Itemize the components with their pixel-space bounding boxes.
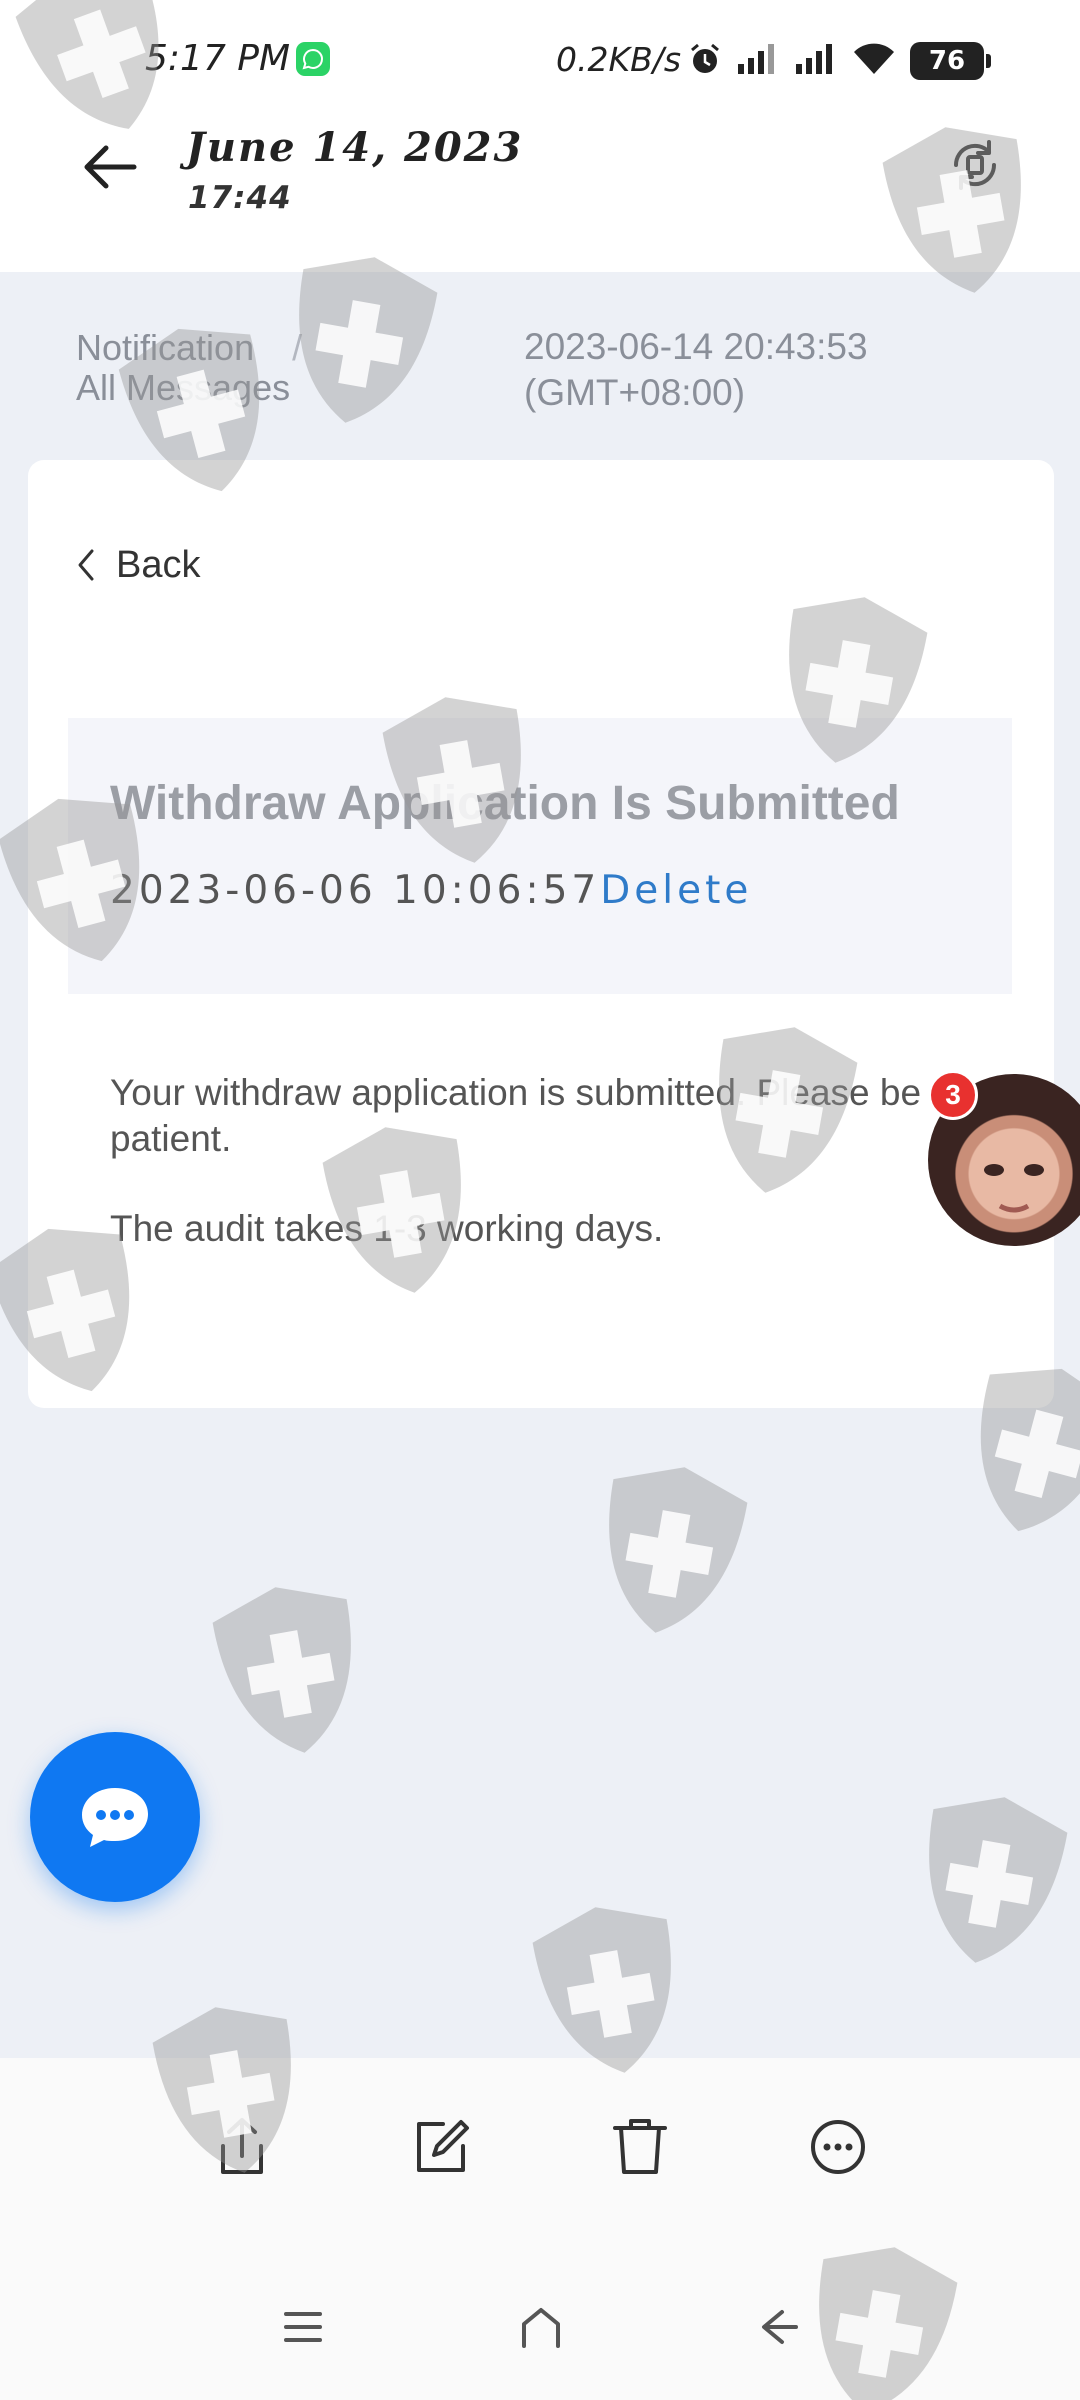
header-time: 17:44	[188, 180, 292, 216]
timestamp-datetime: 2023-06-14 20:43:53	[524, 326, 868, 367]
message-header: Withdraw Application Is Submitted 2023-0…	[68, 718, 1012, 994]
bottom-toolbar	[0, 2058, 1080, 2238]
wifi-icon	[852, 42, 896, 81]
breadcrumb-page: All Messages	[76, 367, 291, 408]
message-meta: 2023-06-06 10:06:57Delete	[110, 868, 752, 913]
network-speed: 0.2KB/s	[556, 40, 682, 79]
app-bar: June 14, 2023 17:44	[0, 110, 1080, 270]
delete-link[interactable]: Delete	[600, 868, 752, 913]
message-title: Withdraw Application Is Submitted	[110, 777, 900, 830]
signal-icon	[736, 42, 780, 81]
header-date: June 14, 2023	[186, 124, 524, 171]
breadcrumb-separator: /	[292, 327, 303, 368]
timestamp-timezone: (GMT+08:00)	[524, 372, 746, 413]
chat-icon	[82, 1788, 148, 1847]
system-nav-bar	[0, 2238, 1080, 2400]
battery-indicator: 76	[910, 42, 991, 80]
chevron-left-icon	[78, 549, 94, 581]
delete-icon[interactable]	[607, 2114, 673, 2180]
breadcrumb: Notification / All Messages	[76, 328, 302, 408]
notification-badge: 3	[928, 1070, 978, 1120]
status-time: 5:17 PM	[145, 38, 291, 79]
message-body: Your withdraw application is submitted. …	[110, 1070, 950, 1252]
back-icon[interactable]	[752, 2302, 802, 2352]
edit-icon[interactable]	[407, 2114, 473, 2180]
share-icon[interactable]	[209, 2114, 275, 2180]
back-arrow-icon[interactable]	[76, 132, 146, 202]
menu-icon[interactable]	[278, 2302, 328, 2352]
back-label: Back	[116, 543, 201, 586]
message-date: 2023-06-06 10:06:57	[110, 868, 601, 913]
more-icon[interactable]	[805, 2114, 871, 2180]
home-icon[interactable]	[516, 2302, 566, 2352]
status-bar: 5:17 PM 0.2KB/s 76	[0, 0, 1080, 120]
whatsapp-icon	[296, 42, 330, 76]
alarm-icon	[688, 42, 722, 81]
breadcrumb-section[interactable]: Notification	[76, 327, 254, 368]
chat-button[interactable]	[30, 1732, 200, 1902]
back-button[interactable]: Back	[76, 540, 200, 590]
current-timestamp: 2023-06-14 20:43:53 (GMT+08:00)	[524, 324, 868, 416]
signal-icon-2	[794, 42, 838, 81]
message-card: Back Withdraw Application Is Submitted 2…	[28, 460, 1054, 1408]
message-paragraph: Your withdraw application is submitted. …	[110, 1072, 922, 1159]
rotate-icon[interactable]	[944, 134, 1006, 196]
message-paragraph: The audit takes 1-3 working days.	[110, 1208, 664, 1249]
